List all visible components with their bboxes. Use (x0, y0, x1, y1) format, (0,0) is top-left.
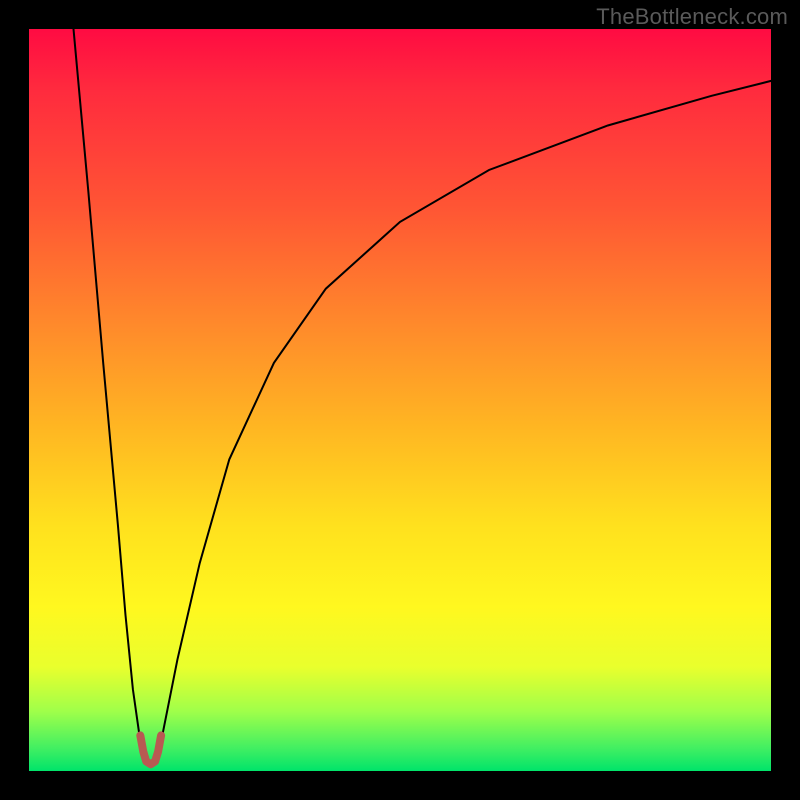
curve-left-branch (74, 29, 145, 764)
chart-svg (29, 29, 771, 771)
curve-right-branch (157, 81, 771, 764)
min-marker (140, 735, 161, 764)
chart-frame: TheBottleneck.com (0, 0, 800, 800)
watermark-text: TheBottleneck.com (596, 4, 788, 30)
plot-area (29, 29, 771, 771)
